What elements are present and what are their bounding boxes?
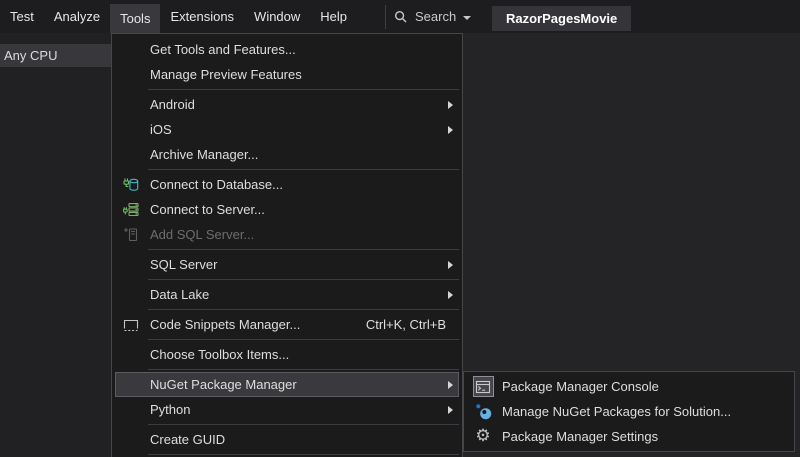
menu-item-data-lake[interactable]: Data Lake xyxy=(112,282,462,307)
search-label: Search xyxy=(415,9,456,24)
icon-gutter xyxy=(112,342,150,367)
project-button[interactable]: RazorPagesMovie xyxy=(492,6,631,31)
left-panel: Any CPU xyxy=(0,33,111,457)
menu-item-choose-toolbox-items[interactable]: Choose Toolbox Items... xyxy=(112,342,462,367)
shortcut-label: Ctrl+K, Ctrl+B xyxy=(366,317,446,332)
menubar-item-tools[interactable]: Tools xyxy=(110,4,160,33)
menu-item-connect-to-database[interactable]: Connect to Database... xyxy=(112,172,462,197)
icon-gutter xyxy=(112,427,150,452)
chevron-down-icon xyxy=(463,16,471,20)
toolbar-divider xyxy=(385,5,386,29)
menu-item-code-snippets-manager[interactable]: Code Snippets Manager... Ctrl+K, Ctrl+B xyxy=(112,312,462,337)
menubar-item-analyze[interactable]: Analyze xyxy=(44,0,110,33)
tools-menu: Get Tools and Features... Manage Preview… xyxy=(111,33,463,457)
menu-item-ios[interactable]: iOS xyxy=(112,117,462,142)
submenu-arrow-icon xyxy=(448,291,453,299)
nuget-icon xyxy=(464,399,502,424)
submenu-item-package-manager-settings[interactable]: ⚙ Package Manager Settings xyxy=(464,424,794,449)
submenu-arrow-icon xyxy=(448,406,453,414)
menubar-item-window[interactable]: Window xyxy=(244,0,310,33)
icon-gutter xyxy=(112,372,150,397)
console-icon xyxy=(473,376,494,397)
menu-item-archive-manager[interactable]: Archive Manager... xyxy=(112,142,462,167)
icon-gutter xyxy=(112,62,150,87)
submenu-arrow-icon xyxy=(448,126,453,134)
vs-window: Test Analyze Tools Extensions Window Hel… xyxy=(0,0,800,457)
nuget-submenu: Package Manager Console Manage NuGet Pac… xyxy=(463,371,795,452)
database-plug-icon xyxy=(112,172,150,197)
submenu-item-manage-nuget-packages[interactable]: Manage NuGet Packages for Solution... xyxy=(464,399,794,424)
search-icon xyxy=(394,10,408,24)
menu-item-add-sql-server: Add SQL Server... xyxy=(112,222,462,247)
menu-separator xyxy=(112,452,462,457)
search-box[interactable]: Search xyxy=(394,0,471,33)
menubar-item-test[interactable]: Test xyxy=(0,0,44,33)
submenu-arrow-icon xyxy=(448,381,453,389)
icon-gutter xyxy=(112,142,150,167)
code-snippets-icon xyxy=(112,312,150,337)
icon-gutter xyxy=(112,117,150,142)
menu-item-python[interactable]: Python xyxy=(112,397,462,422)
platform-selector-value: Any CPU xyxy=(4,48,57,63)
menu-item-nuget-package-manager[interactable]: NuGet Package Manager xyxy=(112,372,462,397)
icon-gutter xyxy=(112,37,150,62)
icon-gutter xyxy=(112,92,150,117)
menu-item-sql-server[interactable]: SQL Server xyxy=(112,252,462,277)
server-plug-icon xyxy=(112,197,150,222)
menubar-item-help[interactable]: Help xyxy=(310,0,357,33)
menu-item-android[interactable]: Android xyxy=(112,92,462,117)
menu-item-manage-preview-features[interactable]: Manage Preview Features xyxy=(112,62,462,87)
menu-item-get-tools-and-features[interactable]: Get Tools and Features... xyxy=(112,37,462,62)
menubar-item-extensions[interactable]: Extensions xyxy=(160,0,244,33)
menu-item-create-guid[interactable]: Create GUID xyxy=(112,427,462,452)
submenu-arrow-icon xyxy=(448,261,453,269)
icon-gutter xyxy=(112,252,150,277)
menu-bar: Test Analyze Tools Extensions Window Hel… xyxy=(0,0,800,33)
platform-selector[interactable]: Any CPU xyxy=(0,44,111,67)
submenu-item-package-manager-console[interactable]: Package Manager Console xyxy=(464,374,794,399)
icon-gutter xyxy=(112,397,150,422)
gear-icon: ⚙ xyxy=(464,424,502,449)
icon-gutter xyxy=(112,282,150,307)
add-sql-server-icon xyxy=(112,222,150,247)
menu-item-connect-to-server[interactable]: Connect to Server... xyxy=(112,197,462,222)
submenu-arrow-icon xyxy=(448,101,453,109)
